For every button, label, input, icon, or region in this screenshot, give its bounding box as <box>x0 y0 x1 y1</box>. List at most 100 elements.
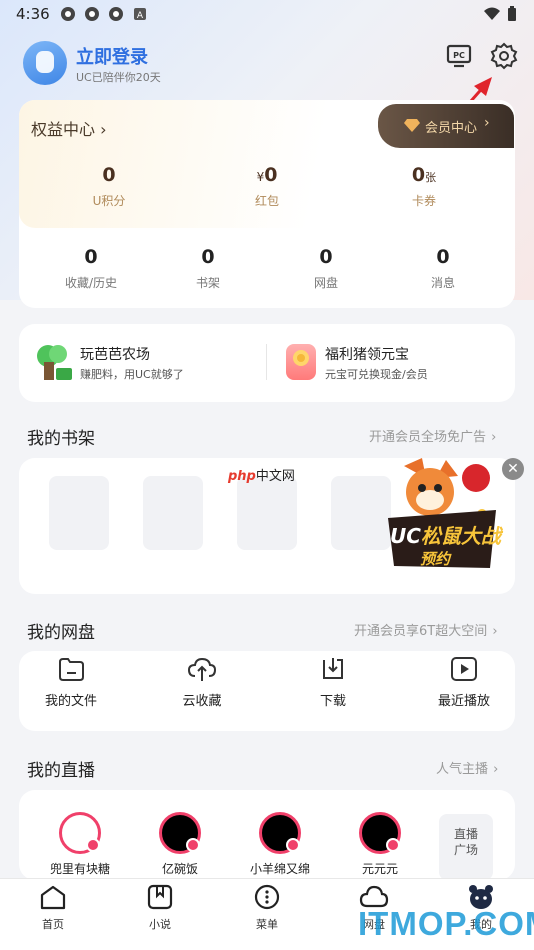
farm-desc: 赚肥料，用UC就够了 <box>80 368 184 381</box>
pig-coin-icon[interactable] <box>286 344 316 380</box>
pc-icon[interactable]: PC <box>446 44 472 68</box>
game-ad-banner[interactable]: UC松鼠大战 预约 <box>384 456 501 572</box>
messages-count: 0 <box>436 246 450 268</box>
coupon-value: 0 <box>411 164 426 186</box>
tab-home-label: 首页 <box>42 918 64 931</box>
tab-novel-label: 小说 <box>149 918 171 931</box>
login-link[interactable]: 立即登录 <box>76 43 148 69</box>
book-icon <box>147 884 173 910</box>
vip-center-button[interactable]: 会员中心 › <box>378 104 514 148</box>
points-item[interactable]: 0 U积分 <box>59 164 159 209</box>
tab-menu-label: 菜单 <box>256 918 278 931</box>
download-icon <box>323 658 343 679</box>
pig-title[interactable]: 福利猪领元宝 <box>325 344 409 364</box>
host-name: 小羊绵又绵 <box>249 862 310 876</box>
bookshelf-vip-link[interactable]: 开通会员全场免广告 › <box>369 426 496 445</box>
recent-play-label: 最近播放 <box>437 694 490 709</box>
settings-gear-icon[interactable] <box>490 42 518 70</box>
book-placeholder[interactable] <box>143 476 203 550</box>
disk-stat-label: 网盘 <box>313 276 338 290</box>
svg-text:A: A <box>137 11 144 21</box>
promo-divider <box>266 344 267 380</box>
companion-days: UC已陪伴你20天 <box>76 71 161 84</box>
site-watermark: ITMOP.COM <box>358 905 534 942</box>
chevron-right-icon: › <box>492 624 498 639</box>
svg-text:PC: PC <box>453 51 465 60</box>
cloud-favorites-button[interactable]: 云收藏 <box>162 656 242 709</box>
messages-label: 消息 <box>430 276 455 290</box>
close-ad-icon[interactable]: ✕ <box>502 458 524 480</box>
avatar[interactable] <box>23 41 67 85</box>
app-notification-icon: A <box>134 8 146 21</box>
recent-play-button[interactable]: 最近播放 <box>424 656 504 709</box>
live-indicator-icon <box>386 838 400 852</box>
bookshelf-link-text: 开通会员全场免广告 <box>369 430 487 445</box>
host-name: 元元元 <box>361 862 398 876</box>
status-time: 4:36 <box>16 5 50 23</box>
tab-novel[interactable]: 小说 <box>125 884 195 932</box>
disk-stat-item[interactable]: 0 网盘 <box>276 246 376 291</box>
host-name: 兜里有块糖 <box>49 862 110 876</box>
bookshelf-count: 0 <box>201 246 215 268</box>
messages-item[interactable]: 0 消息 <box>393 246 493 291</box>
my-files-label: 我的文件 <box>44 694 97 709</box>
folder-icon <box>59 658 84 681</box>
menu-icon <box>254 884 280 910</box>
live-title: 我的直播 <box>27 761 95 781</box>
farm-tree-icon[interactable] <box>34 342 74 382</box>
book-placeholder[interactable] <box>237 476 297 550</box>
battery-icon <box>508 6 516 21</box>
wifi-icon <box>484 7 500 20</box>
vip-center-label: 会员中心 <box>425 121 478 136</box>
bookshelf-stat-item[interactable]: 0 书架 <box>158 246 258 291</box>
coin-icon <box>293 350 309 366</box>
popular-hosts-text: 人气主播 <box>436 762 489 777</box>
notification-icon <box>61 7 75 21</box>
cloud-favorites-label: 云收藏 <box>182 694 222 709</box>
ad-headline: UC松鼠大战 <box>390 524 501 548</box>
disk-title: 我的网盘 <box>27 623 95 643</box>
bookshelf-stat-label: 书架 <box>195 276 220 290</box>
points-label: U积分 <box>92 194 126 208</box>
live-indicator-icon <box>286 838 300 852</box>
play-icon <box>451 657 477 681</box>
tab-menu[interactable]: 菜单 <box>232 884 302 932</box>
red-packet-item[interactable]: ¥0 红包 <box>217 164 317 209</box>
download-button[interactable]: 下载 <box>293 656 373 709</box>
coupon-label: 卡券 <box>411 194 436 208</box>
chevron-right-icon: › <box>484 115 490 131</box>
user-avatar-icon <box>36 51 54 73</box>
cloud-upload-icon <box>187 657 217 681</box>
bookshelf-title: 我的书架 <box>27 429 95 449</box>
host-name: 亿碗饭 <box>161 862 198 876</box>
chevron-right-icon: › <box>100 120 107 139</box>
coupon-item[interactable]: 0张 卡券 <box>374 164 474 209</box>
diamond-icon <box>404 119 420 132</box>
tab-home[interactable]: 首页 <box>18 884 88 932</box>
home-icon <box>40 885 66 910</box>
red-packet-label: 红包 <box>254 194 279 208</box>
points-value: 0 <box>102 164 116 186</box>
live-indicator-icon <box>86 838 100 852</box>
farm-title[interactable]: 玩芭芭农场 <box>80 344 150 364</box>
book-placeholder[interactable] <box>331 476 391 550</box>
my-files-button[interactable]: 我的文件 <box>31 656 111 709</box>
chevron-right-icon: › <box>491 430 497 445</box>
favorites-label: 收藏/历史 <box>64 276 118 290</box>
book-placeholder[interactable] <box>49 476 109 550</box>
disk-vip-link[interactable]: 开通会员享6T超大空间 › <box>354 620 498 639</box>
disk-count: 0 <box>319 246 333 268</box>
notification-icon <box>85 7 99 21</box>
benefits-title[interactable]: 权益中心 › <box>31 116 107 140</box>
favorites-history-item[interactable]: 0 收藏/历史 <box>41 246 141 291</box>
popular-hosts-link[interactable]: 人气主播 › <box>436 758 498 777</box>
download-label: 下载 <box>319 694 346 709</box>
favorites-count: 0 <box>84 246 98 268</box>
live-square-button[interactable]: 直播广场 <box>439 814 493 880</box>
red-packet-value: 0 <box>264 164 278 186</box>
notification-icon <box>109 7 123 21</box>
ad-subtitle: 预约 <box>420 550 451 568</box>
benefits-title-text: 权益中心 <box>31 120 96 139</box>
status-bar: 4:36 A <box>0 0 534 28</box>
live-indicator-icon <box>186 838 200 852</box>
